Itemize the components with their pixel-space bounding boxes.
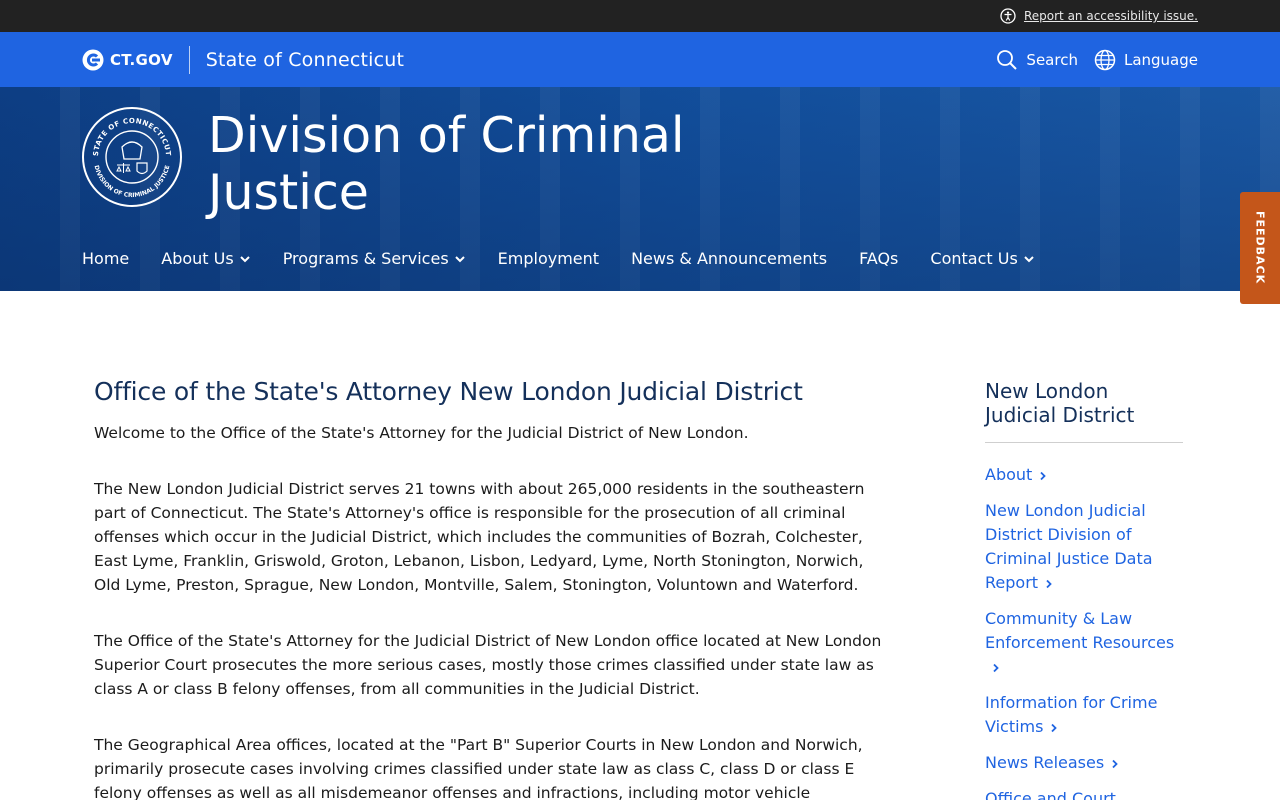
nav-label: FAQs <box>859 249 899 268</box>
sidebar-link-data-report[interactable]: New London Judicial District Division of… <box>985 499 1183 595</box>
language-label: Language <box>1123 50 1198 69</box>
sidebar-link-label: Office and Court <box>985 789 1116 800</box>
sidebar-link-label: News Releases <box>985 753 1105 772</box>
gov-divider <box>188 45 190 74</box>
nav-contact-us[interactable]: Contact Us <box>930 249 1034 268</box>
nav-label: Programs & Services <box>282 249 449 268</box>
article-paragraph: The Geographical Area offices, located a… <box>94 736 863 800</box>
feedback-tab[interactable]: FEEDBACK <box>1240 192 1280 304</box>
article-heading: Office of the State's Attorney New Londo… <box>94 377 803 406</box>
globe-icon <box>1094 49 1116 70</box>
nav-programs-services[interactable]: Programs & Services <box>283 249 466 268</box>
ctgov-logo[interactable]: CT.GOV <box>82 49 173 71</box>
sidebar-link-office-court[interactable]: Office and Court <box>985 787 1183 800</box>
main-content: Office of the State's Attorney New Londo… <box>0 291 1280 800</box>
nav-label: Contact Us <box>930 249 1018 268</box>
division-title: Division of Criminal Justice <box>208 107 685 221</box>
chevron-right-icon <box>1051 723 1058 733</box>
search-icon <box>997 49 1018 70</box>
nav-home[interactable]: Home <box>82 249 129 268</box>
nav-label: News & Announcements <box>631 249 828 268</box>
chevron-down-icon <box>239 255 250 262</box>
sidebar-nav: New London Judicial District About New L… <box>985 379 1183 800</box>
language-button[interactable]: Language <box>1094 49 1198 71</box>
chevron-right-icon <box>1046 579 1052 589</box>
chevron-right-icon <box>993 663 999 673</box>
sidebar-link-label: Community & Law Enforcement Resources <box>985 609 1175 652</box>
svg-text:DIVISION OF CRIMINAL JUSTICE: DIVISION OF CRIMINAL JUSTICE <box>93 165 172 200</box>
sidebar-heading: New London Judicial District <box>985 379 1183 443</box>
sidebar-link-label: About <box>985 465 1033 484</box>
article-paragraph: The Office of the State's Attorney for t… <box>94 632 882 698</box>
ctgov-logo-icon <box>82 49 104 70</box>
nav-news-announcements[interactable]: News & Announcements <box>631 249 827 268</box>
sidebar-link-label: New London Judicial District Division of… <box>985 501 1153 592</box>
accessibility-link[interactable]: Report an accessibility issue. <box>1000 8 1198 24</box>
state-name-link[interactable]: State of Connecticut <box>206 49 404 71</box>
nav-label: About Us <box>161 249 234 268</box>
sidebar-link-community-resources[interactable]: Community & Law Enforcement Resources <box>985 607 1183 679</box>
nav-employment[interactable]: Employment <box>498 249 599 268</box>
chevron-right-icon <box>1112 759 1118 769</box>
nav-label: Employment <box>497 249 600 268</box>
sidebar-link-crime-victims[interactable]: Information for Crime Victims <box>985 691 1183 739</box>
chevron-right-icon <box>1040 471 1047 481</box>
gov-tools: Search Language <box>996 49 1198 71</box>
seal-text-bottom: DIVISION OF CRIMINAL JUSTICE <box>93 165 172 200</box>
sidebar-link-news-releases[interactable]: News Releases <box>985 751 1183 775</box>
sidebar-link-label: Information for Crime Victims <box>985 693 1158 736</box>
article: Office of the State's Attorney New Londo… <box>94 377 894 800</box>
article-paragraph: The New London Judicial District serves … <box>94 480 865 594</box>
main-nav: Home About Us Programs & Services Employ… <box>82 249 1067 268</box>
seal-text-top: STATE OF CONNECTICUT <box>92 117 172 156</box>
sidebar-link-about[interactable]: About <box>985 463 1183 487</box>
svg-text:STATE OF CONNECTICUT: STATE OF CONNECTICUT <box>92 117 172 156</box>
seal-icon: STATE OF CONNECTICUT DIVISION OF CRIMINA… <box>92 117 172 200</box>
nav-faqs[interactable]: FAQs <box>859 249 898 268</box>
division-seal[interactable]: STATE OF CONNECTICUT DIVISION OF CRIMINA… <box>82 107 182 207</box>
article-paragraph: Welcome to the Office of the State's Att… <box>94 424 749 442</box>
ctgov-logo-text: CT.GOV <box>110 50 173 69</box>
hero-header: STATE OF CONNECTICUT DIVISION OF CRIMINA… <box>82 107 728 221</box>
gov-bar: CT.GOV State of Connecticut Search Langu… <box>0 32 1280 87</box>
search-button[interactable]: Search <box>996 49 1078 71</box>
nav-label: Home <box>82 249 130 268</box>
chevron-down-icon <box>454 255 465 262</box>
accessibility-link-label: Report an accessibility issue. <box>1023 9 1198 23</box>
search-label: Search <box>1026 50 1078 69</box>
nav-about-us[interactable]: About Us <box>161 249 250 268</box>
accessibility-icon <box>1000 8 1016 24</box>
hero-banner: STATE OF CONNECTICUT DIVISION OF CRIMINA… <box>0 87 1280 291</box>
chevron-down-icon <box>1024 255 1034 262</box>
feedback-label: FEEDBACK <box>1253 211 1267 285</box>
utility-bar: Report an accessibility issue. <box>0 0 1280 32</box>
